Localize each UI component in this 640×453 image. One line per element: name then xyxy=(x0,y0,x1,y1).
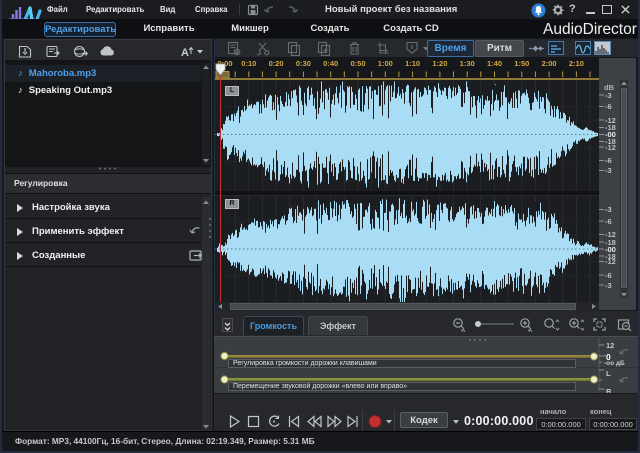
svg-text:A: A xyxy=(181,47,189,59)
